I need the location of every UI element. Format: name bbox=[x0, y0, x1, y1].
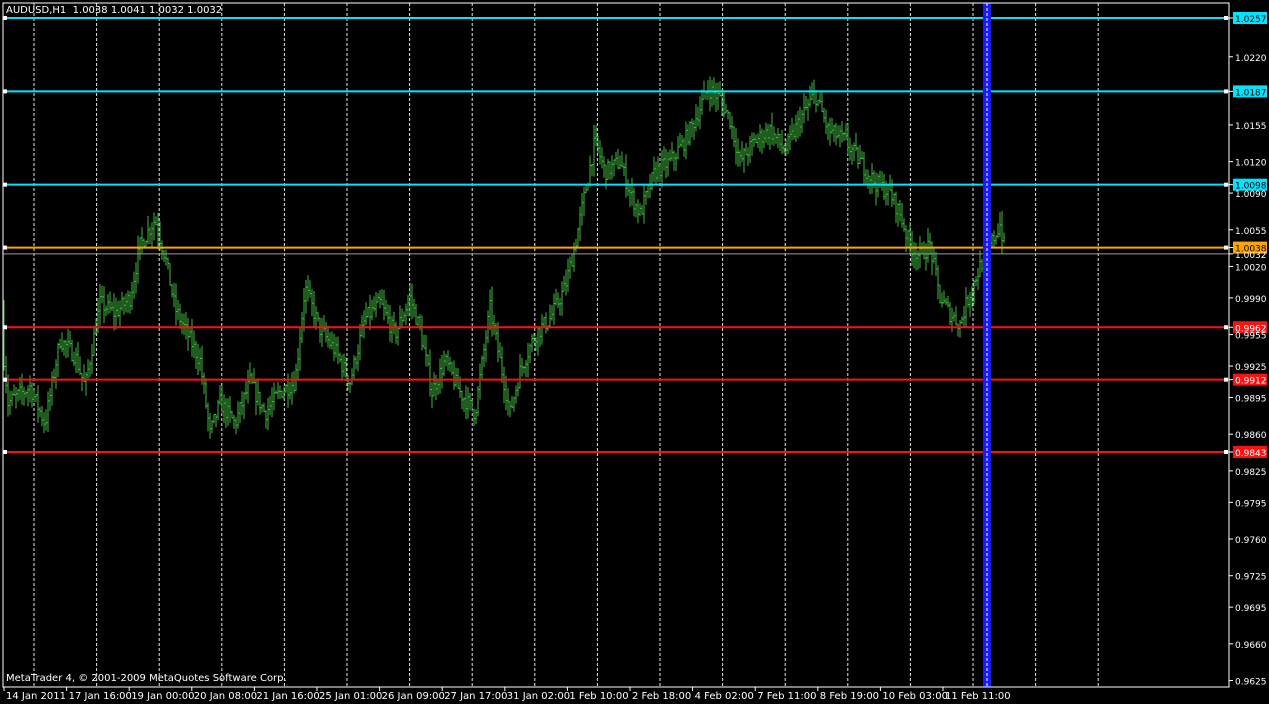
price-label: 0.9625 bbox=[1235, 678, 1267, 688]
price-label: 0.9795 bbox=[1235, 499, 1267, 509]
price-bars bbox=[3, 76, 1005, 439]
price-label: 0.9695 bbox=[1235, 604, 1267, 614]
time-axis: 14 Jan 2011 17 Jan 16:00 19 Jan 00:00 20 Ja… bbox=[3, 687, 1011, 702]
time-label: 11 Feb 11:00 bbox=[945, 691, 1011, 702]
time-label: 26 Jan 09:00 bbox=[382, 691, 445, 702]
time-label: 4 Feb 02:00 bbox=[695, 691, 754, 702]
level-anchor bbox=[3, 89, 7, 94]
level-anchor bbox=[3, 245, 7, 250]
price-label: 0.9860 bbox=[1235, 431, 1267, 441]
level-anchor bbox=[3, 377, 7, 382]
time-label: 20 Jan 08:00 bbox=[194, 691, 257, 702]
price-label: 1.0155 bbox=[1235, 122, 1267, 132]
price-chart: 1.02571.02201.01871.01551.01201.00981.00… bbox=[2, 2, 1267, 702]
time-label: 1 Feb 10:00 bbox=[569, 691, 628, 702]
time-label: 17 Jan 16:00 bbox=[69, 691, 132, 702]
level-anchor bbox=[3, 182, 7, 187]
plot-frame bbox=[2, 2, 1230, 688]
level-anchor bbox=[1224, 182, 1228, 187]
level-anchor bbox=[3, 450, 7, 454]
price-label: 0.9760 bbox=[1235, 536, 1267, 546]
price-label: 1.0257 bbox=[1235, 15, 1267, 25]
price-label: 1.0090 bbox=[1235, 190, 1267, 200]
price-label: 1.0120 bbox=[1235, 159, 1267, 169]
horizontal-levels bbox=[3, 16, 1229, 454]
price-label: 1.0220 bbox=[1235, 54, 1267, 64]
time-label: 31 Jan 02:00 bbox=[507, 691, 570, 702]
time-label: 8 Feb 19:00 bbox=[820, 691, 879, 702]
level-anchor bbox=[3, 16, 7, 20]
time-label: 27 Jan 17:00 bbox=[444, 691, 507, 702]
time-label: 2 Feb 18:00 bbox=[632, 691, 691, 702]
time-label: 7 Feb 11:00 bbox=[757, 691, 816, 702]
price-label: 1.0020 bbox=[1235, 263, 1267, 273]
level-anchor bbox=[1224, 377, 1228, 382]
price-label: 0.9990 bbox=[1235, 295, 1267, 305]
time-label: 14 Jan 2011 bbox=[6, 691, 66, 702]
time-label: 25 Jan 01:00 bbox=[319, 691, 382, 702]
time-label: 19 Jan 00:00 bbox=[131, 691, 194, 702]
price-label: 0.9955 bbox=[1235, 332, 1267, 342]
chart-header: AUDUSD,H1 1.0038 1.0041 1.0032 1.0032 bbox=[6, 5, 222, 16]
price-label: 0.9825 bbox=[1235, 468, 1267, 478]
level-anchor bbox=[1224, 325, 1228, 330]
level-anchor bbox=[1224, 245, 1228, 250]
price-label: 1.0032 bbox=[1235, 251, 1267, 261]
ohlc-values: 1.0038 1.0041 1.0032 1.0032 bbox=[72, 5, 223, 16]
level-anchor bbox=[1224, 450, 1228, 454]
price-label: 1.0187 bbox=[1235, 88, 1267, 98]
price-axis: 1.02571.02201.01871.01551.01201.00981.00… bbox=[1229, 12, 1267, 688]
time-label: 21 Jan 16:00 bbox=[256, 691, 319, 702]
price-label: 0.9895 bbox=[1235, 394, 1267, 404]
symbol-timeframe: AUDUSD,H1 bbox=[6, 5, 67, 16]
price-label: 0.9660 bbox=[1235, 641, 1267, 651]
level-anchor bbox=[1224, 89, 1228, 94]
price-label: 0.9925 bbox=[1235, 363, 1267, 373]
price-label: 0.9843 bbox=[1235, 449, 1267, 459]
vertical-marker-line[interactable] bbox=[983, 3, 991, 687]
level-anchor bbox=[3, 325, 7, 330]
level-anchor bbox=[1224, 16, 1228, 20]
price-label: 0.9912 bbox=[1235, 377, 1267, 387]
price-label: 0.9725 bbox=[1235, 573, 1267, 583]
price-label: 1.0055 bbox=[1235, 227, 1267, 237]
time-label: 10 Feb 03:00 bbox=[882, 691, 948, 702]
copyright-text: MetaTrader 4, © 2001-2009 MetaQuotes Sof… bbox=[6, 673, 287, 684]
